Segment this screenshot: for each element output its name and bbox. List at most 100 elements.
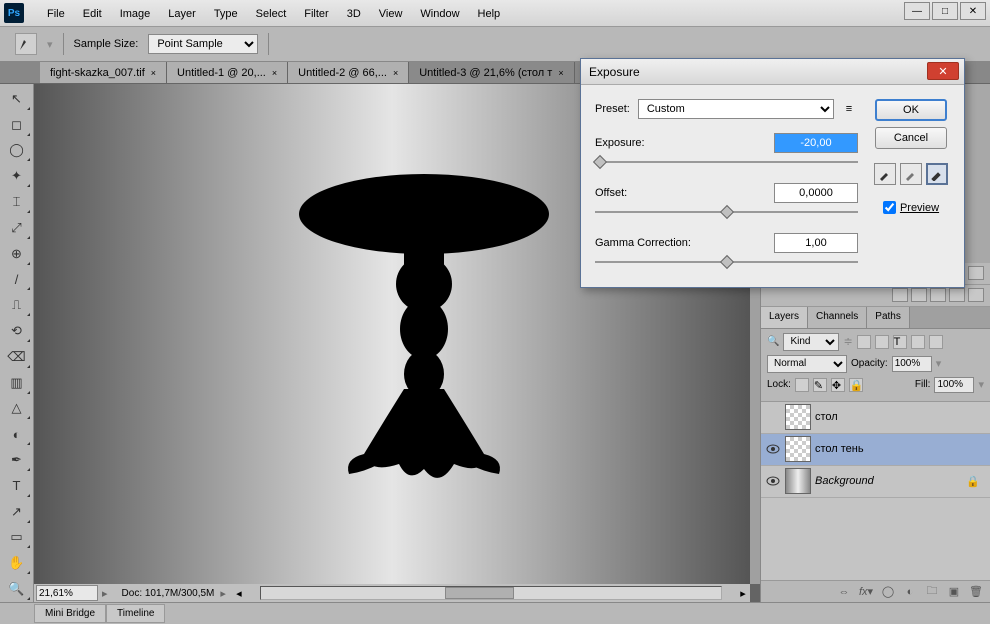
- layer-thumbnail[interactable]: [785, 436, 811, 462]
- ok-button[interactable]: OK: [875, 99, 947, 121]
- pen-tool[interactable]: ✒: [3, 448, 31, 472]
- lock-pixels-icon[interactable]: ✎: [813, 378, 827, 392]
- offset-input[interactable]: [774, 183, 858, 203]
- minimize-button[interactable]: —: [904, 2, 930, 20]
- layer-row-0[interactable]: стол: [761, 402, 990, 434]
- layer-row-1[interactable]: стол тень: [761, 434, 990, 466]
- menu-view[interactable]: View: [370, 5, 412, 23]
- panel-menu-icon[interactable]: [968, 266, 984, 280]
- cancel-button[interactable]: Cancel: [875, 127, 947, 149]
- lock-all-icon[interactable]: 🔒: [849, 378, 863, 392]
- type-tool[interactable]: T: [3, 474, 31, 498]
- new-layer-icon[interactable]: ▣: [946, 585, 962, 599]
- visibility-icon[interactable]: [765, 409, 781, 425]
- menu-help[interactable]: Help: [469, 5, 510, 23]
- eyedropper-tool[interactable]: ⤢: [3, 216, 31, 240]
- menu-3d[interactable]: 3D: [338, 5, 370, 23]
- group-icon[interactable]: 🗀: [924, 585, 940, 599]
- filter-icon[interactable]: 🔍: [767, 336, 779, 347]
- hand-tool[interactable]: ✋: [3, 551, 31, 575]
- close-icon[interactable]: ×: [151, 68, 156, 78]
- eyedropper-white-icon[interactable]: [926, 163, 948, 185]
- healing-tool[interactable]: ⊕: [3, 242, 31, 266]
- filter-shape-icon[interactable]: [911, 335, 925, 349]
- tab-layers[interactable]: Layers: [761, 307, 808, 328]
- delete-layer-icon[interactable]: 🗑: [968, 585, 984, 599]
- menu-edit[interactable]: Edit: [74, 5, 111, 23]
- dialog-close-button[interactable]: ✕: [927, 62, 959, 80]
- layer-thumbnail[interactable]: [785, 404, 811, 430]
- zoom-input[interactable]: [36, 585, 98, 601]
- tab-paths[interactable]: Paths: [867, 307, 910, 328]
- menu-window[interactable]: Window: [411, 5, 468, 23]
- lock-transparent-icon[interactable]: [795, 378, 809, 392]
- timeline-tab[interactable]: Timeline: [106, 604, 165, 623]
- close-icon[interactable]: ×: [558, 68, 563, 78]
- eyedropper-black-icon[interactable]: [874, 163, 896, 185]
- gamma-input[interactable]: [774, 233, 858, 253]
- menu-image[interactable]: Image: [111, 5, 160, 23]
- stamp-tool[interactable]: ⎍: [3, 293, 31, 317]
- brush-tool[interactable]: /: [3, 268, 31, 292]
- menu-filter[interactable]: Filter: [295, 5, 337, 23]
- filter-image-icon[interactable]: [857, 335, 871, 349]
- opacity-input[interactable]: [892, 356, 932, 372]
- blend-mode-select[interactable]: Normal: [767, 355, 847, 373]
- exposure-input[interactable]: [774, 133, 858, 153]
- close-icon[interactable]: ×: [393, 68, 398, 78]
- doc-tab-3[interactable]: Untitled-3 @ 21,6% (стол т×: [409, 62, 574, 83]
- lasso-tool[interactable]: ◯: [3, 139, 31, 163]
- preset-menu-icon[interactable]: ≡: [840, 100, 858, 118]
- adj-icon-d[interactable]: [949, 288, 965, 302]
- doc-tab-1[interactable]: Untitled-1 @ 20,...×: [167, 62, 288, 83]
- adj-icon-e[interactable]: [968, 288, 984, 302]
- filter-type-icon[interactable]: T: [893, 335, 907, 349]
- fx-icon[interactable]: fx▾: [858, 585, 874, 599]
- scroll-right-button[interactable]: ▸: [736, 587, 750, 600]
- doc-tab-0[interactable]: fight-skazka_007.tif×: [40, 62, 167, 83]
- close-icon[interactable]: ×: [272, 68, 277, 78]
- scroll-left-button[interactable]: ◂: [232, 587, 246, 600]
- offset-slider[interactable]: [595, 205, 858, 219]
- path-tool[interactable]: ↗: [3, 500, 31, 524]
- visibility-icon[interactable]: [765, 473, 781, 489]
- zoom-tool[interactable]: 🔍: [3, 577, 31, 601]
- link-layers-icon[interactable]: ⇔: [836, 585, 852, 599]
- dodge-tool[interactable]: ◐: [3, 422, 31, 446]
- adj-icon-c[interactable]: [930, 288, 946, 302]
- lock-position-icon[interactable]: ✥: [831, 378, 845, 392]
- wand-tool[interactable]: ✦: [3, 164, 31, 188]
- crop-tool[interactable]: ⌶: [3, 190, 31, 214]
- exposure-slider[interactable]: [595, 155, 858, 169]
- menu-layer[interactable]: Layer: [159, 5, 205, 23]
- adj-icon-b[interactable]: [911, 288, 927, 302]
- gamma-slider[interactable]: [595, 255, 858, 269]
- doc-tab-2[interactable]: Untitled-2 @ 66,...×: [288, 62, 409, 83]
- layer-thumbnail[interactable]: [785, 468, 811, 494]
- preview-checkbox-input[interactable]: [883, 201, 896, 214]
- filter-smart-icon[interactable]: [929, 335, 943, 349]
- visibility-icon[interactable]: [765, 441, 781, 457]
- filter-adjust-icon[interactable]: [875, 335, 889, 349]
- adj-icon-a[interactable]: [892, 288, 908, 302]
- preview-checkbox[interactable]: Preview: [883, 201, 939, 214]
- fill-input[interactable]: [934, 377, 974, 393]
- canvas-scrollbar-horizontal[interactable]: [260, 586, 722, 600]
- adjustment-layer-icon[interactable]: ◐: [902, 585, 918, 599]
- preset-select[interactable]: Custom: [638, 99, 834, 119]
- menu-type[interactable]: Type: [205, 5, 247, 23]
- sample-size-select[interactable]: Point Sample: [148, 34, 258, 54]
- shape-tool[interactable]: ▭: [3, 526, 31, 550]
- eraser-tool[interactable]: ⌫: [3, 345, 31, 369]
- mini-bridge-tab[interactable]: Mini Bridge: [34, 604, 106, 623]
- layer-kind-select[interactable]: Kind: [783, 333, 839, 351]
- marquee-tool[interactable]: ◻: [3, 113, 31, 137]
- menu-file[interactable]: File: [38, 5, 74, 23]
- menu-select[interactable]: Select: [247, 5, 296, 23]
- gradient-tool[interactable]: ▥: [3, 371, 31, 395]
- layer-row-2[interactable]: Background🔒: [761, 466, 990, 498]
- current-tool-icon[interactable]: [15, 33, 37, 55]
- blur-tool[interactable]: △: [3, 397, 31, 421]
- move-tool[interactable]: ↖: [3, 87, 31, 111]
- close-button[interactable]: ✕: [960, 2, 986, 20]
